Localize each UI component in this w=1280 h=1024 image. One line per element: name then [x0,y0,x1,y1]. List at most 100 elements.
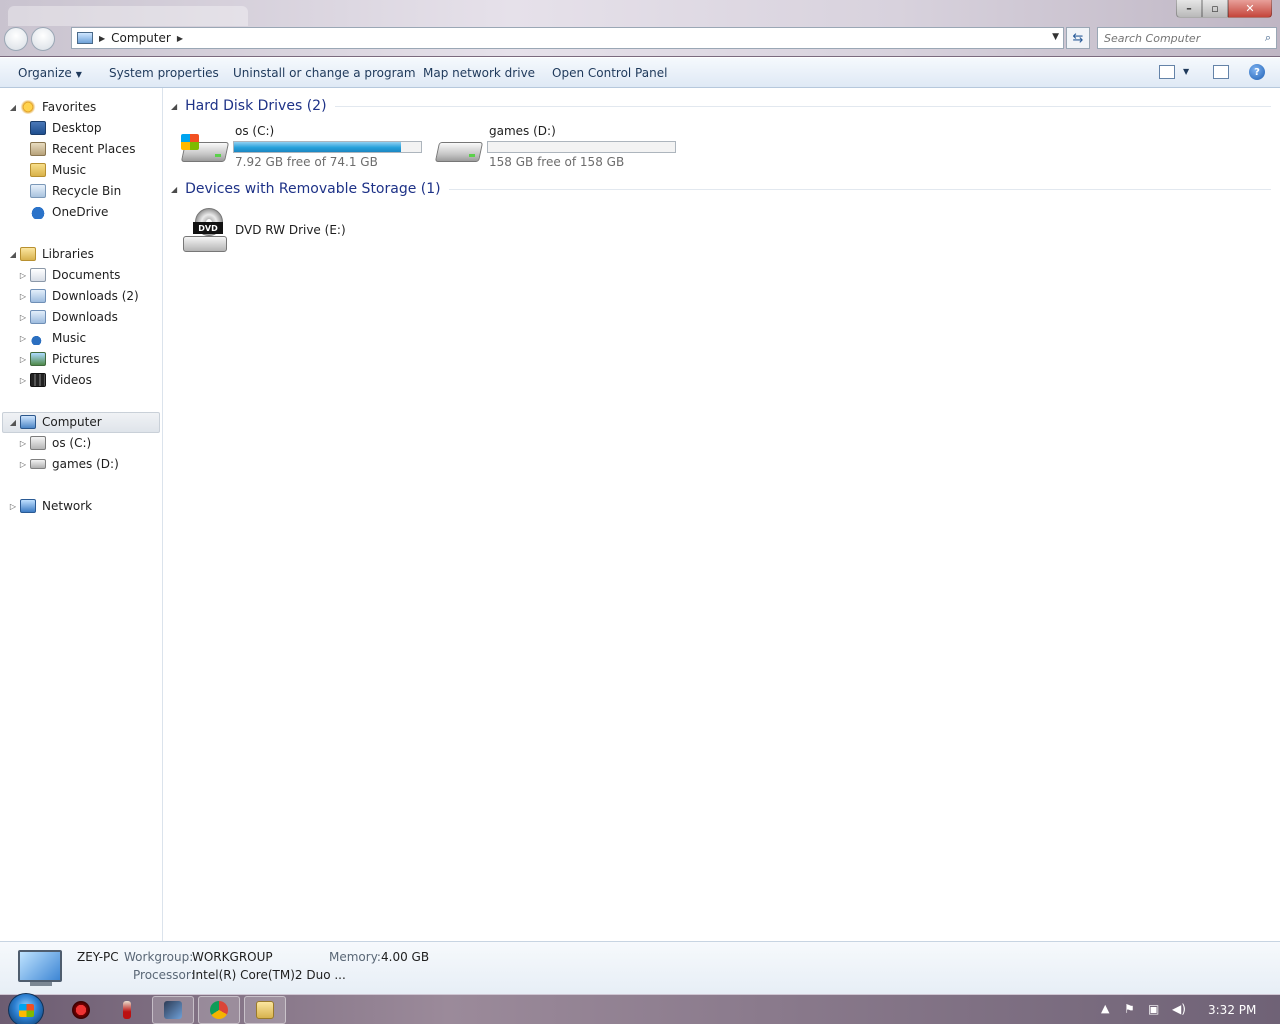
computer-monitor-icon [18,950,62,982]
drive-free-space: 7.92 GB free of 74.1 GB [235,155,378,169]
help-icon[interactable]: ? [1249,64,1265,80]
processor-value: Intel(R) Core(TM)2 Duo ... [192,968,346,982]
action-center-flag-icon[interactable]: ⚑ [1124,1002,1135,1016]
minimize-button[interactable]: – [1176,0,1202,18]
dvd-badge: DVD [193,222,223,234]
view-options-chevron-icon[interactable]: ▼ [1183,67,1189,76]
taskbar-app-1[interactable] [60,996,102,1024]
show-hidden-icons-icon[interactable]: ▲ [1101,1002,1109,1015]
nav-desktop-label: Desktop [52,121,102,135]
windows-logo-icon [181,134,199,150]
downloads-icon [30,310,46,324]
nav-music[interactable]: ▷ Music [20,328,87,348]
network-tray-icon[interactable]: ▣ [1148,1002,1159,1016]
address-bar[interactable]: ▶ Computer ▶ ▼ [71,27,1064,49]
search-input[interactable] [1098,28,1248,48]
uninstall-program-button[interactable]: Uninstall or change a program [233,66,416,80]
nav-network[interactable]: ▷ Network [10,496,92,516]
hard-drive-icon [434,134,484,164]
details-pane: ZEY-PC Workgroup: WORKGROUP Memory: 4.00… [0,941,1280,994]
nav-desktop[interactable]: Desktop [30,118,102,138]
start-button[interactable] [8,993,44,1024]
collapsed-arrow-icon[interactable]: ▷ [8,502,18,511]
group-divider [334,105,1271,107]
nav-downloads2-label: Downloads (2) [52,289,139,303]
drive-name: DVD RW Drive (E:) [235,223,346,237]
collapsed-arrow-icon[interactable]: ▷ [18,376,28,385]
system-properties-button[interactable]: System properties [109,66,219,80]
nav-games-d[interactable]: ▷ games (D:) [20,454,119,474]
nav-music-label: Music [52,331,87,345]
nav-computer[interactable]: ◢ Computer [10,412,102,432]
refresh-button[interactable]: ⇆ [1066,27,1090,49]
nav-computer-label: Computer [42,415,102,429]
taskbar: ▲ ⚑ ▣ ◀) 3:32 PM [0,993,1280,1024]
volume-icon[interactable]: ◀) [1172,1002,1186,1016]
chevron-right-icon[interactable]: ▶ [177,34,183,43]
breadcrumb-computer[interactable]: Computer [111,31,171,45]
taskbar-app-explorer[interactable] [244,996,286,1024]
nav-videos[interactable]: ▷ Videos [20,370,92,390]
search-box[interactable]: ⌕ [1097,27,1277,49]
chevron-right-icon[interactable]: ▶ [99,34,105,43]
organize-button[interactable]: Organize ▼ [18,66,82,80]
monitor-stand [30,982,52,986]
collapse-group-icon[interactable]: ◢ [171,102,177,111]
change-view-icon[interactable] [1159,65,1175,79]
collapsed-arrow-icon[interactable]: ▷ [18,334,28,343]
drive-tile-c[interactable]: os (C:) 7.92 GB free of 74.1 GB [180,124,431,176]
map-network-drive-button[interactable]: Map network drive [423,66,535,80]
content-pane: ◢ Hard Disk Drives (2) os (C:) 7.92 GB f… [163,88,1280,941]
music-folder-icon [30,163,46,177]
nav-recent-places[interactable]: Recent Places [30,139,135,159]
collapsed-arrow-icon[interactable]: ▷ [18,460,28,469]
drive-tile-dvd[interactable]: DVD DVD RW Drive (E:) [181,208,351,260]
collapsed-arrow-icon[interactable]: ▷ [18,355,28,364]
drive-tile-d[interactable]: games (D:) 158 GB free of 158 GB [434,124,685,176]
nav-favorites[interactable]: ◢ Favorites [10,97,97,117]
taskbar-clock[interactable]: 3:32 PM [1208,1003,1256,1017]
taskbar-app-chrome[interactable] [198,996,240,1024]
computer-icon [20,415,36,429]
nav-pictures[interactable]: ▷ Pictures [20,349,100,369]
app-usb-icon [123,1001,131,1019]
collapsed-arrow-icon[interactable]: ▷ [18,292,28,301]
nav-recent-label: Recent Places [52,142,136,156]
nav-favorites-label: Favorites [42,100,97,114]
nav-libraries[interactable]: ◢ Libraries [10,244,94,264]
close-button[interactable]: ✕ [1228,0,1272,18]
libraries-icon [20,247,36,261]
collapsed-arrow-icon[interactable]: ▷ [18,313,28,322]
nav-music-favorite[interactable]: Music [30,160,86,180]
nav-os-c[interactable]: ▷ os (C:) [20,433,91,453]
maximize-button[interactable]: ▫ [1202,0,1228,18]
collapsed-arrow-icon[interactable]: ▷ [18,439,28,448]
group-header-hard-disk-drives[interactable]: ◢ Hard Disk Drives (2) [171,98,1271,114]
nav-downloads-2[interactable]: ▷ Downloads (2) [20,286,139,306]
hdd-activity-light [215,154,221,157]
forward-button[interactable] [31,27,55,51]
nav-documents[interactable]: ▷ Documents [20,265,120,285]
open-control-panel-button[interactable]: Open Control Panel [552,66,667,80]
taskbar-app-3[interactable] [152,996,194,1024]
collapsed-arrow-icon[interactable]: ▷ [18,271,28,280]
address-dropdown-icon[interactable]: ▼ [1052,32,1059,42]
expanded-arrow-icon[interactable]: ◢ [8,418,18,427]
nav-recycle-bin[interactable]: Recycle Bin [30,181,121,201]
taskbar-app-2[interactable] [106,996,148,1024]
nav-downloads[interactable]: ▷ Downloads [20,307,118,327]
expanded-arrow-icon[interactable]: ◢ [8,103,18,112]
videos-icon [30,373,46,387]
downloads-icon [30,289,46,303]
chevron-down-icon: ▼ [75,70,82,79]
group-title-removable: Devices with Removable Storage (1) [185,181,441,197]
drive-usage-fill [234,142,401,152]
preview-pane-icon[interactable] [1213,65,1229,79]
collapse-group-icon[interactable]: ◢ [171,185,177,194]
system-drive-icon [30,436,46,450]
expanded-arrow-icon[interactable]: ◢ [8,250,18,259]
search-icon[interactable]: ⌕ [1265,31,1271,45]
group-header-removable-storage[interactable]: ◢ Devices with Removable Storage (1) [171,181,1271,197]
nav-onedrive[interactable]: OneDrive [30,202,108,222]
back-button[interactable] [4,27,28,51]
